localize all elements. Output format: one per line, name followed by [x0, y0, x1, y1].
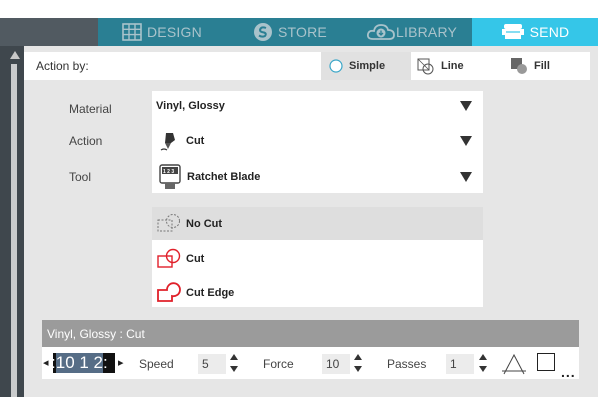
passes-label: Passes — [387, 357, 427, 371]
force-label: Force — [263, 357, 294, 371]
tab-send[interactable]: SEND — [472, 18, 598, 46]
blade-cut-icon — [160, 130, 178, 152]
passes-stepper[interactable] — [479, 353, 487, 375]
blade-right-arrow-icon[interactable]: ▸ — [118, 356, 124, 369]
option-cut-edge-label: Cut Edge — [186, 286, 235, 299]
material-value: Vinyl, Glossy — [156, 100, 225, 112]
mode-simple[interactable]: Simple — [321, 52, 411, 80]
tab-send-label: SEND — [529, 24, 570, 40]
chevron-down-icon — [460, 172, 472, 182]
grid-icon — [122, 23, 142, 41]
tool-select[interactable]: 1 2 3 Ratchet Blade — [156, 163, 476, 191]
decrement-icon — [230, 366, 238, 372]
ratchet-blade-icon: 1 2 3 — [158, 164, 182, 190]
increment-icon — [354, 354, 362, 360]
line-mode-icon — [417, 57, 435, 75]
force-input[interactable]: 10 — [322, 354, 350, 374]
option-no-cut-label: No Cut — [186, 217, 223, 230]
mode-line[interactable]: Line — [415, 52, 495, 80]
mode-simple-label: Simple — [349, 60, 386, 72]
tool-label: Tool — [69, 170, 92, 184]
option-no-cut[interactable]: No Cut — [152, 207, 483, 240]
mode-fill[interactable]: Fill — [508, 52, 588, 80]
tool-value: Ratchet Blade — [187, 171, 261, 183]
tab-library-label: LIBRARY — [396, 24, 458, 40]
blade-left-arrow-icon[interactable]: ◂ — [43, 356, 49, 369]
blade-depth-ruler[interactable]: :10 1 2: — [53, 353, 115, 373]
chevron-down-icon — [460, 101, 472, 111]
option-cut[interactable]: Cut — [152, 242, 483, 275]
tab-store-label: STORE — [278, 24, 327, 40]
strip-title: Vinyl, Glossy : Cut — [47, 326, 145, 341]
increment-icon — [230, 354, 238, 360]
action-label: Action — [69, 134, 103, 148]
silhouette-s-icon — [253, 22, 273, 42]
tab-design-label: DESIGN — [147, 24, 202, 40]
decrement-icon — [354, 366, 362, 372]
speed-stepper[interactable] — [230, 353, 238, 375]
blade-ruler-digits: 10 1 2 — [55, 353, 103, 373]
action-by-label: Action by: — [36, 59, 89, 73]
panel-right-edge — [590, 80, 598, 397]
tab-design[interactable]: DESIGN — [122, 18, 202, 46]
cut-icon — [156, 248, 182, 270]
no-cut-icon — [156, 213, 182, 235]
option-cut-edge[interactable]: Cut Edge — [152, 276, 483, 309]
action-select[interactable]: Cut — [156, 128, 476, 154]
speed-label: Speed — [139, 357, 174, 371]
fill-mode-icon — [510, 57, 528, 75]
action-value: Cut — [186, 135, 205, 147]
line-segment-overcut-icon[interactable] — [501, 352, 527, 379]
svg-text:1 2 3: 1 2 3 — [163, 169, 174, 175]
more-options-icon[interactable]: ... — [561, 364, 576, 380]
speed-input[interactable]: 5 — [198, 354, 226, 374]
action-by-row — [24, 52, 590, 80]
strip-header: Vinyl, Glossy : Cut — [42, 320, 579, 347]
mode-fill-label: Fill — [534, 60, 550, 72]
radio-icon — [329, 59, 343, 73]
force-stepper[interactable] — [354, 353, 362, 375]
material-label: Material — [69, 102, 112, 116]
vertical-scrollbar[interactable] — [11, 64, 17, 397]
scroll-up-arrow-icon[interactable] — [10, 51, 20, 59]
square-corner-icon[interactable] — [537, 353, 555, 371]
option-cut-label: Cut — [186, 252, 205, 265]
cloud-library-icon — [366, 22, 396, 42]
blade-ruler-tick: : — [103, 353, 108, 372]
mode-line-label: Line — [441, 60, 464, 72]
top-tab-bar: DESIGN STORE LIBRARY SEND — [0, 18, 598, 46]
decrement-icon — [479, 366, 487, 372]
passes-input[interactable]: 1 — [446, 354, 474, 374]
increment-icon — [479, 354, 487, 360]
tab-store[interactable]: STORE — [253, 18, 327, 46]
send-machine-icon — [501, 23, 525, 41]
material-select[interactable]: Vinyl, Glossy — [156, 96, 476, 116]
tab-library[interactable]: LIBRARY — [366, 18, 457, 46]
cut-edge-icon — [156, 281, 182, 304]
chevron-down-icon — [460, 136, 472, 146]
